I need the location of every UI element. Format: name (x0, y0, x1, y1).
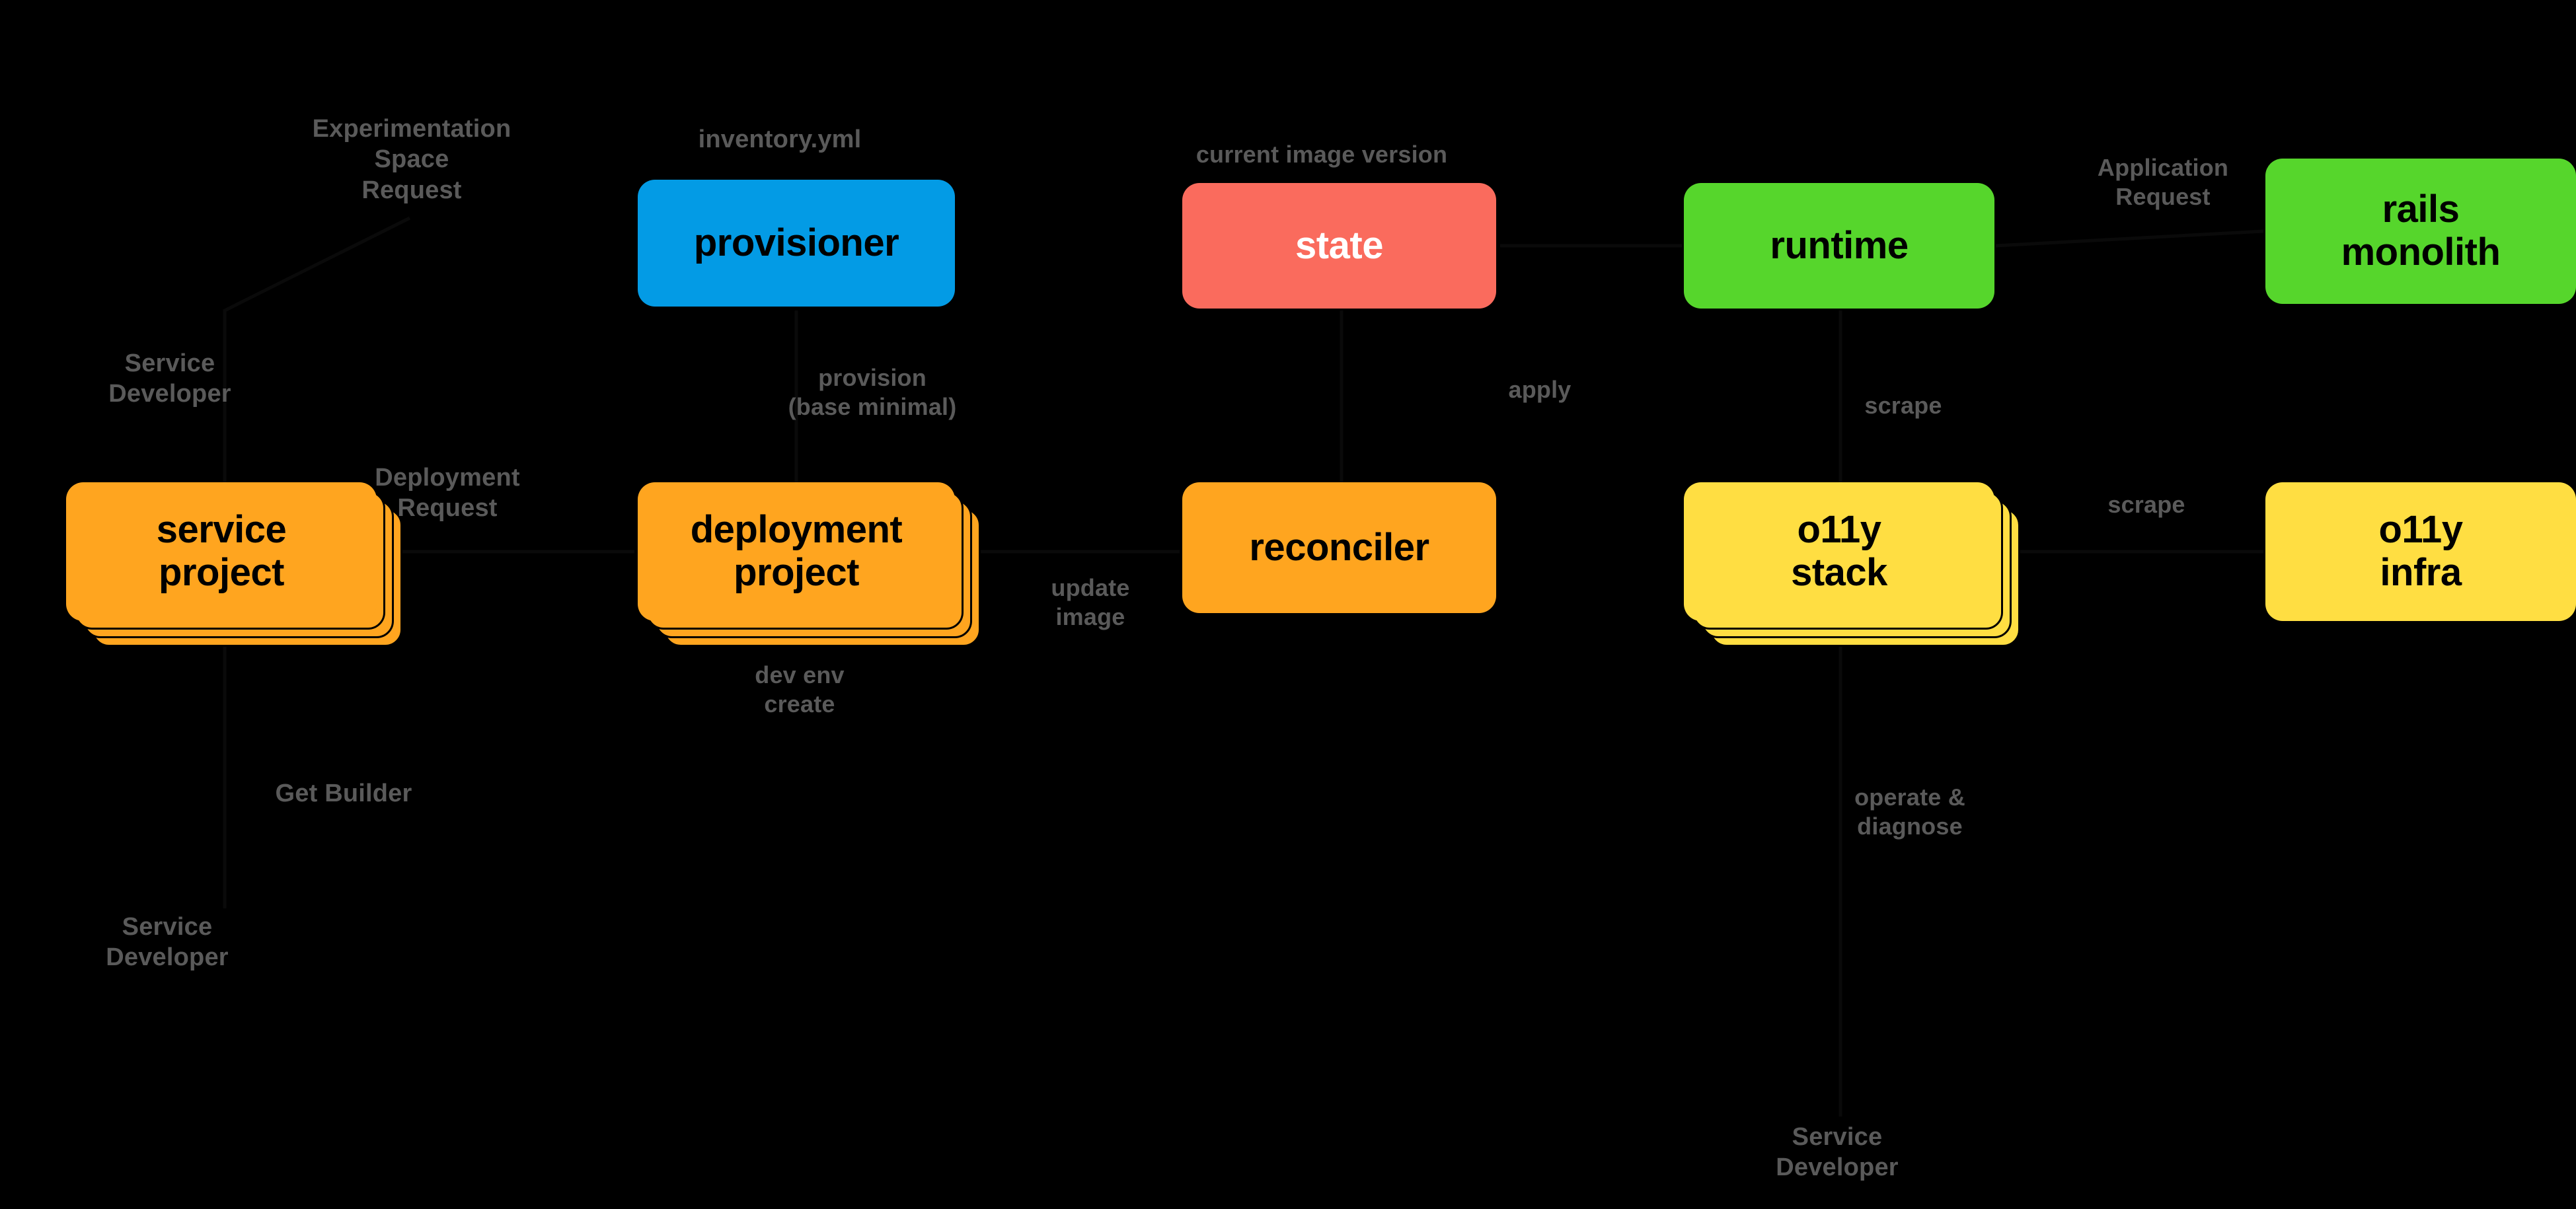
node-o11y-stack[interactable]: o11y stack (1684, 482, 1994, 621)
label-application-request: Application Request (2097, 154, 2229, 210)
node-provisioner[interactable]: provisioner (638, 180, 955, 307)
label-service-developer-o11y: Service Developer (1776, 1123, 1899, 1182)
label-inventory-yml: inventory.yml (698, 126, 862, 153)
label-service-developer-top: Service Developer (108, 349, 231, 408)
diagram-canvas: service project provisioner deployment p… (0, 0, 2576, 1209)
label-provision-base-minimal: provision (base minimal) (788, 364, 957, 420)
node-reconciler[interactable]: reconciler (1182, 482, 1496, 613)
label-scrape-infra: scrape (2107, 491, 2185, 518)
label-deployment-request: Deployment Request (375, 464, 520, 523)
node-service-project[interactable]: service project (66, 482, 377, 621)
label-current-image-version: current image version (1195, 141, 1448, 168)
label-update-image: update image (1051, 574, 1130, 630)
node-runtime[interactable]: runtime (1684, 183, 1994, 309)
label-service-developer-bottom: Service Developer (106, 913, 229, 972)
node-state[interactable]: state (1182, 183, 1496, 309)
label-apply: apply (1508, 376, 1572, 403)
label-dev-env-create: dev env create (755, 661, 845, 717)
node-deployment-project[interactable]: deployment project (638, 482, 955, 621)
label-get-builder: Get Builder (275, 780, 412, 807)
node-o11y-infra[interactable]: o11y infra (2265, 482, 2576, 621)
label-scrape-runtime: scrape (1864, 392, 1942, 419)
label-experimentation-space-request: Experimentation Space Request (312, 115, 511, 204)
node-rails-monolith[interactable]: rails monolith (2265, 159, 2576, 304)
label-operate-diagnose: operate & diagnose (1854, 784, 1965, 840)
